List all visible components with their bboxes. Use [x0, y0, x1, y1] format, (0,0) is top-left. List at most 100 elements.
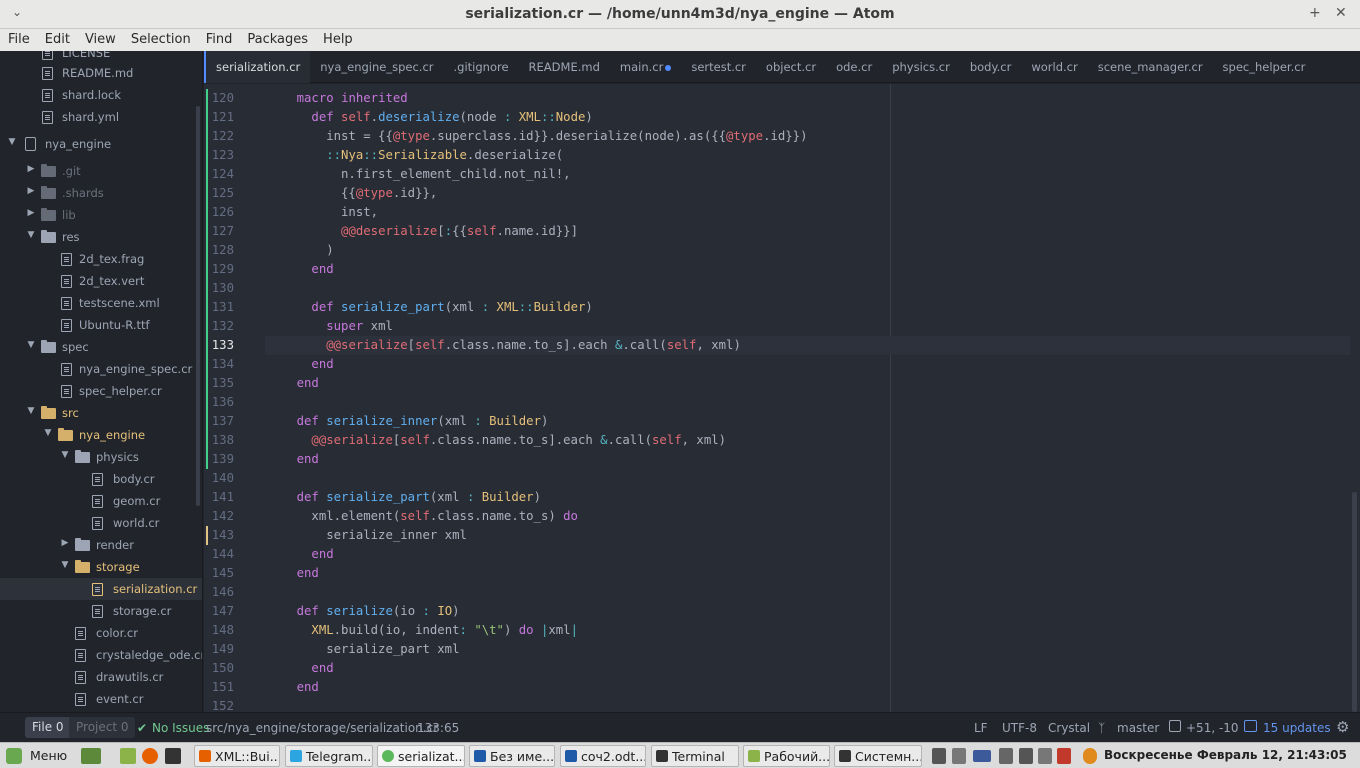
tree-item[interactable]: nya_engine_spec.cr	[0, 358, 202, 380]
tree-item[interactable]: README.md	[0, 62, 202, 84]
network-icon[interactable]	[1019, 748, 1033, 764]
tree-folder[interactable]: ▶ render	[0, 534, 202, 556]
code-line[interactable]: )	[267, 243, 333, 257]
package-updates[interactable]: 15 updates	[1263, 721, 1331, 735]
firefox-launcher-icon[interactable]	[142, 748, 158, 764]
line-number[interactable]: 120	[208, 91, 234, 105]
code-line[interactable]: def serialize_part(xml : XML::Builder)	[267, 300, 592, 314]
tree-item[interactable]: testscene.xml	[0, 292, 202, 314]
line-number[interactable]: 151	[208, 680, 234, 694]
tab-spec-helper[interactable]: spec_helper.cr	[1213, 51, 1316, 83]
tab-gitignore[interactable]: .gitignore	[444, 51, 519, 83]
tree-folder[interactable]: ▶ lib	[0, 204, 202, 226]
line-number[interactable]: 134	[208, 357, 234, 371]
line-number[interactable]: 135	[208, 376, 234, 390]
tree-folder[interactable]: ▼ spec	[0, 336, 202, 358]
code-line[interactable]: end	[267, 452, 319, 466]
show-desktop-icon[interactable]	[81, 748, 101, 764]
terminal-launcher-icon[interactable]	[165, 748, 181, 764]
code-line[interactable]: end	[267, 547, 333, 561]
menu-packages[interactable]: Packages	[239, 29, 315, 51]
line-number[interactable]: 126	[208, 205, 234, 219]
tree-project-root[interactable]: ▼ nya_engine	[0, 133, 202, 155]
user-icon[interactable]	[932, 748, 946, 764]
file-path[interactable]: src/nya_engine/storage/serialization.cr	[206, 721, 438, 735]
line-ending[interactable]: LF	[974, 721, 988, 735]
taskbar-task[interactable]: соч2.odt...	[560, 745, 646, 767]
code-line[interactable]: @@serialize[self.class.name.to_s].each &…	[267, 338, 741, 352]
line-number[interactable]: 132	[208, 319, 234, 333]
start-menu-button[interactable]: Меню	[30, 748, 67, 768]
tree-item[interactable]: storage.cr	[0, 600, 202, 622]
code-line[interactable]: serialize_inner xml	[267, 528, 467, 542]
linter-project-tab[interactable]: Project 0	[69, 717, 135, 738]
tree-folder[interactable]: ▶ .git	[0, 160, 202, 182]
update-manager-icon[interactable]	[1083, 748, 1097, 764]
tab-nya-engine-spec[interactable]: nya_engine_spec.cr	[310, 51, 443, 83]
tree-item[interactable]: crystaledge_ode.cr	[0, 644, 202, 666]
tab-physics[interactable]: physics.cr	[882, 51, 960, 83]
gear-icon[interactable]: ⚙	[1336, 718, 1349, 736]
code-line[interactable]: end	[267, 566, 319, 580]
code-line[interactable]: end	[267, 262, 333, 276]
menu-find[interactable]: Find	[198, 29, 240, 51]
tree-folder[interactable]: ▼ physics	[0, 446, 202, 468]
code-editor[interactable]: 120 macro inherited 121 def self.deserial…	[204, 84, 1360, 712]
taskbar-task[interactable]: Системн...	[834, 745, 922, 767]
tree-item[interactable]: world.cr	[0, 512, 202, 534]
clock[interactable]: Воскресенье Февраль 12, 21:43:05	[1104, 748, 1347, 768]
taskbar-task[interactable]: XML::Bui...	[194, 745, 280, 767]
line-number[interactable]: 130	[208, 281, 234, 295]
tree-item[interactable]: color.cr	[0, 622, 202, 644]
tree-folder[interactable]: ▶ .shards	[0, 182, 202, 204]
menu-edit[interactable]: Edit	[37, 29, 77, 51]
line-number[interactable]: 142	[208, 509, 234, 523]
tab-body[interactable]: body.cr	[960, 51, 1022, 83]
tree-item[interactable]: geom.cr	[0, 490, 202, 512]
tree-item[interactable]: event.cr	[0, 688, 202, 710]
code-line[interactable]: macro inherited	[267, 91, 408, 105]
menu-file[interactable]: File	[0, 29, 37, 51]
line-number[interactable]: 152	[208, 699, 234, 712]
files-launcher-icon[interactable]	[120, 748, 136, 764]
line-number[interactable]: 148	[208, 623, 234, 637]
code-line[interactable]: def serialize_part(xml : Builder)	[267, 490, 541, 504]
grammar[interactable]: Crystal	[1048, 721, 1090, 735]
linter-status[interactable]: No Issues	[152, 721, 209, 735]
tab-world[interactable]: world.cr	[1021, 51, 1087, 83]
tab-readme[interactable]: README.md	[519, 51, 610, 83]
menu-selection[interactable]: Selection	[123, 29, 198, 51]
line-number[interactable]: 141	[208, 490, 234, 504]
tab-sertest[interactable]: sertest.cr	[681, 51, 756, 83]
editor-scrollbar[interactable]	[1352, 492, 1357, 712]
line-number[interactable]: 137	[208, 414, 234, 428]
pen-icon[interactable]	[999, 748, 1013, 764]
line-number[interactable]: 122	[208, 129, 234, 143]
code-line[interactable]: @@deserialize[:{{self.name.id}}]	[267, 224, 578, 238]
tree-folder[interactable]: ▼ res	[0, 226, 202, 248]
code-line[interactable]: XML.build(io, indent: "\t") do |xml|	[267, 623, 578, 637]
code-line[interactable]: inst = {{@type.superclass.id}}.deseriali…	[267, 129, 807, 143]
line-number[interactable]: 140	[208, 471, 234, 485]
tree-item[interactable]: spec_helper.cr	[0, 380, 202, 402]
line-number[interactable]: 138	[208, 433, 234, 447]
code-line[interactable]: serialize_part xml	[267, 642, 459, 656]
line-number[interactable]: 125	[208, 186, 234, 200]
tab-ode[interactable]: ode.cr	[826, 51, 882, 83]
code-line[interactable]: end	[267, 680, 319, 694]
clipboard-icon[interactable]	[952, 748, 966, 764]
keyboard-flag-icon[interactable]	[973, 750, 991, 762]
code-line[interactable]: end	[267, 376, 319, 390]
line-number[interactable]: 123	[208, 148, 234, 162]
code-line[interactable]: super xml	[267, 319, 393, 333]
code-line[interactable]: def serialize(io : IO)	[267, 604, 460, 618]
menu-view[interactable]: View	[77, 29, 123, 51]
tab-main[interactable]: main.cr	[610, 51, 681, 83]
cursor-position[interactable]: 133:65	[417, 721, 459, 735]
code-line[interactable]: xml.element(self.class.name.to_s) do	[267, 509, 578, 523]
line-number[interactable]: 128	[208, 243, 234, 257]
tree-item[interactable]: 2d_tex.frag	[0, 248, 202, 270]
tree-item[interactable]: 2d_tex.vert	[0, 270, 202, 292]
line-number[interactable]: 133	[208, 338, 234, 352]
line-number[interactable]: 146	[208, 585, 234, 599]
